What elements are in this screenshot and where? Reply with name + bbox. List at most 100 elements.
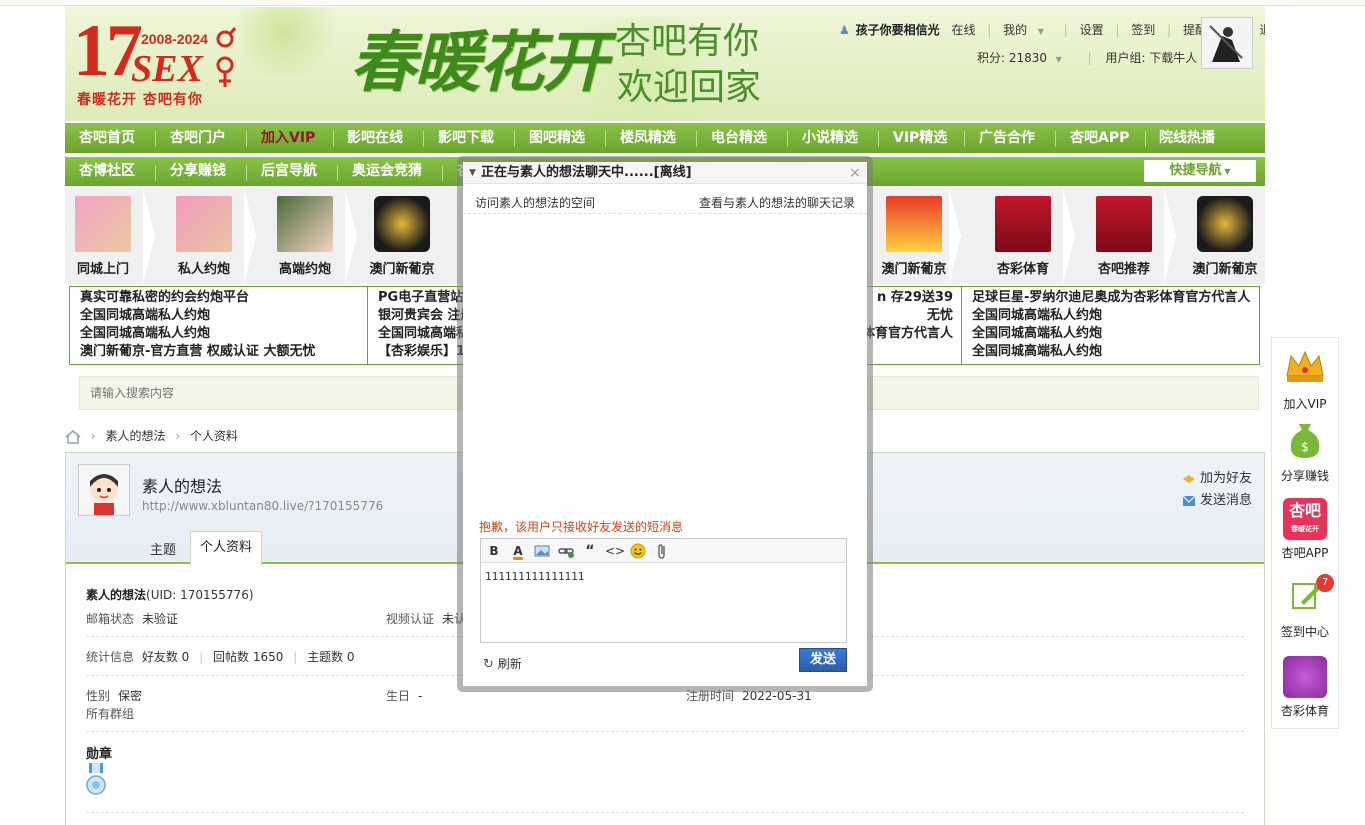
logo-sex: SEX bbox=[131, 48, 203, 90]
float-signin[interactable]: 7 签到中心 bbox=[1272, 574, 1338, 640]
text-ad-col-4: 足球巨星-罗纳尔迪尼奥成为杏彩体育官方代言人 全国同城高端私人约炮 全国同城高端… bbox=[972, 290, 1251, 359]
groups-row: 所有群组 bbox=[86, 707, 135, 721]
ad-tile[interactable]: 澳门新葡京 bbox=[352, 196, 452, 282]
video-auth: 视频认证 未认 bbox=[386, 612, 467, 626]
quote-icon[interactable]: “ bbox=[581, 542, 599, 560]
attachment-icon[interactable] bbox=[653, 542, 671, 560]
gender-row: 性别 保密 bbox=[86, 689, 143, 703]
add-friend-icon bbox=[1183, 474, 1195, 483]
nav-app[interactable]: 杏吧APP bbox=[1070, 123, 1129, 153]
home-icon[interactable] bbox=[65, 429, 81, 444]
nav-portal[interactable]: 杏吧门户 bbox=[170, 123, 226, 153]
float-share-earn[interactable]: $ 分享赚钱 bbox=[1272, 418, 1338, 484]
username-link[interactable]: 孩子你要相信光 bbox=[856, 23, 940, 37]
chevron-right-icon bbox=[949, 188, 961, 284]
points-menu[interactable]: 积分: 21830 ▼ bbox=[977, 51, 1068, 65]
money-bag-icon: $ bbox=[1290, 424, 1320, 458]
nav-community[interactable]: 杏博社区 bbox=[79, 157, 135, 186]
nav-pictures[interactable]: 图吧精选 bbox=[529, 123, 585, 153]
send-message-button[interactable]: 发送消息 bbox=[1182, 489, 1252, 508]
breadcrumb-user[interactable]: 素人的想法 bbox=[105, 429, 165, 443]
message-textarea[interactable]: 111111111111111 bbox=[481, 564, 846, 642]
avatar-warrior-icon bbox=[1202, 18, 1252, 68]
code-icon[interactable]: <> bbox=[605, 542, 625, 560]
chat-history-link[interactable]: 查看与素人的想法的聊天记录 bbox=[699, 194, 855, 211]
nav-video-online[interactable]: 影吧在线 bbox=[347, 123, 403, 153]
nav-ads[interactable]: 广告合作 bbox=[979, 123, 1035, 153]
gender-symbol-icon bbox=[216, 27, 237, 87]
tab-profile[interactable]: 个人资料 bbox=[190, 531, 262, 565]
ad-tile[interactable]: 同城上门 bbox=[53, 196, 153, 282]
image-icon[interactable] bbox=[533, 542, 551, 560]
nav-join-vip[interactable]: 加入VIP bbox=[261, 123, 315, 153]
mail-icon bbox=[1182, 495, 1196, 506]
ad-tile[interactable]: 杏彩体育 bbox=[973, 196, 1073, 282]
my-menu[interactable]: 我的 ▼ bbox=[1003, 23, 1052, 37]
nav-olympics[interactable]: 奥运会竞猜 bbox=[352, 157, 422, 186]
top-border bbox=[0, 0, 1365, 6]
logo-number[interactable]: 17 bbox=[73, 11, 143, 91]
nav-loufeng[interactable]: 楼凤精选 bbox=[620, 123, 676, 153]
font-color-button[interactable]: A bbox=[509, 542, 527, 560]
settings-link[interactable]: 设置 bbox=[1080, 23, 1104, 37]
ad-tile[interactable]: 高端约炮 bbox=[255, 196, 355, 282]
float-join-vip[interactable]: 加入VIP bbox=[1272, 346, 1338, 412]
ad-tile[interactable]: 杏吧推荐 bbox=[1074, 196, 1174, 282]
banner-title: 春暖花开 bbox=[350, 23, 608, 101]
quick-nav-button[interactable]: 快捷导航 ▼ bbox=[1144, 160, 1256, 182]
medal-icon[interactable] bbox=[86, 763, 106, 797]
visit-space-link[interactable]: 访问素人的想法的空间 bbox=[475, 194, 595, 211]
float-app[interactable]: 杏吧 春暖花开 杏吧APP bbox=[1272, 498, 1338, 561]
profile-url[interactable]: http://www.xbluntan80.live/?170155776 bbox=[142, 499, 383, 513]
smiley-icon[interactable] bbox=[629, 542, 647, 560]
cartoon-avatar-icon bbox=[79, 465, 129, 515]
ad-tile[interactable]: 澳门新葡京 bbox=[1175, 196, 1275, 282]
nav-vip-select[interactable]: VIP精选 bbox=[893, 123, 947, 153]
user-avatar[interactable] bbox=[1201, 17, 1253, 69]
user-icon: ♟ bbox=[839, 23, 850, 37]
profile-name: 素人的想法 bbox=[142, 477, 223, 496]
breadcrumb-profile[interactable]: 个人资料 bbox=[190, 429, 238, 443]
chat-dialog-body: ▼ 正在与素人的想法聊天中......[离线] × 访问素人的想法的空间 查看与… bbox=[463, 162, 867, 686]
logout-link[interactable]: 退出 bbox=[1259, 23, 1265, 37]
ad-thumbnail bbox=[995, 196, 1051, 252]
link-icon[interactable] bbox=[557, 542, 575, 560]
profile-uid-row: 素人的想法(UID: 170155776) bbox=[86, 588, 254, 602]
nav-share-earn[interactable]: 分享赚钱 bbox=[170, 157, 226, 186]
close-icon[interactable]: × bbox=[845, 162, 865, 184]
birthday-row: 生日 - bbox=[386, 689, 423, 703]
main-nav: 杏吧首页 杏吧门户 加入VIP 影吧在线 影吧下载 图吧精选 楼凤精选 电台精选… bbox=[65, 123, 1265, 153]
nav-cinema[interactable]: 院线热播 bbox=[1159, 123, 1215, 153]
signin-link[interactable]: 签到 bbox=[1131, 23, 1155, 37]
online-status[interactable]: 在线 bbox=[951, 23, 975, 37]
ad-thumbnail bbox=[886, 196, 942, 252]
nav-harem[interactable]: 后宫导航 bbox=[261, 157, 317, 186]
logo-slogan: 春暖花开 杏吧有你 bbox=[77, 92, 203, 108]
user-bar: ♟ 孩子你要相信光 在线 | 我的 ▼ | 设置 | 签到 | 提醒 ▼ | 退… bbox=[839, 21, 1265, 41]
banner-sub1: 杏吧有你 bbox=[615, 21, 760, 62]
logo-years: 2008-2024 bbox=[141, 31, 208, 47]
nav-home[interactable]: 杏吧首页 bbox=[79, 123, 135, 153]
breadcrumb: › 素人的想法 › 个人资料 bbox=[65, 427, 238, 445]
ad-thumbnail bbox=[176, 196, 232, 252]
collapse-icon[interactable]: ▼ bbox=[469, 162, 476, 184]
bold-button[interactable]: B bbox=[485, 542, 503, 560]
add-friend-button[interactable]: 加为好友 bbox=[1182, 467, 1252, 486]
search-input[interactable] bbox=[80, 377, 480, 409]
sports-logo-icon bbox=[1283, 656, 1327, 698]
profile-avatar[interactable] bbox=[78, 464, 130, 516]
text-ad-col-1: 真实可靠私密的约会约炮平台 全国同城高端私人约炮 全国同城高端私人约炮 澳门新葡… bbox=[80, 290, 316, 359]
chat-dialog-title[interactable]: ▼ 正在与素人的想法聊天中......[离线] bbox=[463, 162, 867, 184]
ad-tile[interactable]: 私人约炮 bbox=[154, 196, 254, 282]
ad-thumbnail bbox=[277, 196, 333, 252]
tab-threads[interactable]: 主题 bbox=[150, 539, 176, 558]
send-button[interactable]: 发送 bbox=[799, 648, 847, 672]
float-sports[interactable]: 杏彩体育 bbox=[1272, 656, 1338, 719]
ad-thumbnail bbox=[75, 196, 131, 252]
nav-video-download[interactable]: 影吧下载 bbox=[438, 123, 494, 153]
nav-novels[interactable]: 小说精选 bbox=[802, 123, 858, 153]
nav-radio[interactable]: 电台精选 bbox=[711, 123, 767, 153]
stats-row: 统计信息 好友数 0 | 回帖数 1650 | 主题数 0 bbox=[86, 650, 355, 664]
crown-icon bbox=[1286, 350, 1324, 382]
refresh-button[interactable]: ↻ 刷新 bbox=[483, 655, 522, 672]
